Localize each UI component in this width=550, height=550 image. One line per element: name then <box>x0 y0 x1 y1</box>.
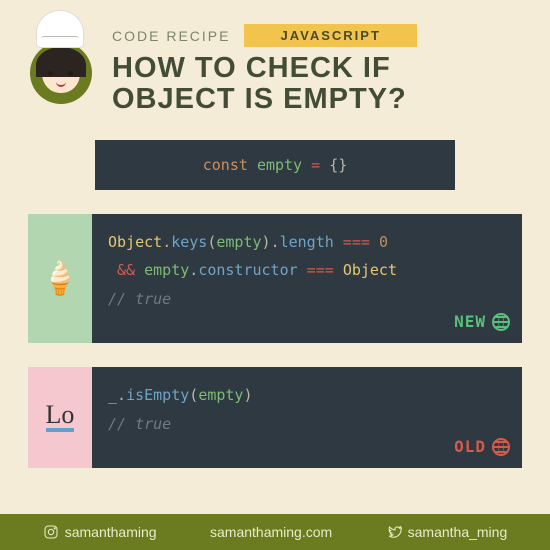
footer-instagram[interactable]: samanthaming <box>43 524 157 540</box>
lodash-icon: Lo <box>28 367 92 468</box>
avatar <box>28 20 98 100</box>
footer-website[interactable]: samanthaming.com <box>210 524 332 540</box>
badge-new-label: NEW <box>454 307 486 337</box>
page-title: HOW TO CHECK IF OBJECT IS EMPTY? <box>112 53 522 116</box>
language-badge: JAVASCRIPT <box>244 24 416 47</box>
avatar-circle <box>30 42 92 104</box>
website-url: samanthaming.com <box>210 524 332 540</box>
badge-new: NEW <box>454 307 510 337</box>
title-line-1: HOW TO CHECK IF <box>112 52 391 84</box>
braces: {} <box>329 156 347 174</box>
chef-hat-icon <box>36 10 84 48</box>
code-new: Object.keys(empty).length === 0 && empty… <box>92 214 522 344</box>
code-declaration: const empty = {} <box>95 140 455 190</box>
var-empty: empty <box>257 156 302 174</box>
face-icon <box>42 53 80 93</box>
comment-true: // true <box>108 285 506 314</box>
globe-icon <box>492 313 510 331</box>
icecream-icon: 🍦 <box>28 214 92 344</box>
badge-old: OLD <box>454 432 510 462</box>
section-old: Lo _.isEmpty(empty) // true OLD <box>28 367 522 468</box>
section-new: 🍦 Object.keys(empty).length === 0 && emp… <box>28 214 522 344</box>
twitter-icon <box>386 524 402 540</box>
header: CODE RECIPE JAVASCRIPT HOW TO CHECK IF O… <box>0 0 550 116</box>
header-text: CODE RECIPE JAVASCRIPT HOW TO CHECK IF O… <box>112 20 522 116</box>
code-line-1: _.isEmpty(empty) <box>108 381 506 410</box>
code-line-2: && empty.constructor === Object <box>108 256 506 285</box>
footer-twitter[interactable]: samantha_ming <box>386 524 508 540</box>
code-line-1: Object.keys(empty).length === 0 <box>108 228 506 257</box>
globe-icon <box>492 438 510 456</box>
instagram-icon <box>43 524 59 540</box>
recipe-label: CODE RECIPE <box>112 28 230 44</box>
keyword-const: const <box>203 156 248 174</box>
instagram-handle: samanthaming <box>65 524 157 540</box>
code-old: _.isEmpty(empty) // true OLD <box>92 367 522 468</box>
footer: samanthaming samanthaming.com samantha_m… <box>0 514 550 550</box>
badge-old-label: OLD <box>454 432 486 462</box>
twitter-handle: samantha_ming <box>408 524 508 540</box>
title-line-2: OBJECT IS EMPTY? <box>112 83 407 115</box>
comment-true: // true <box>108 410 506 439</box>
op-eq: = <box>311 156 320 174</box>
